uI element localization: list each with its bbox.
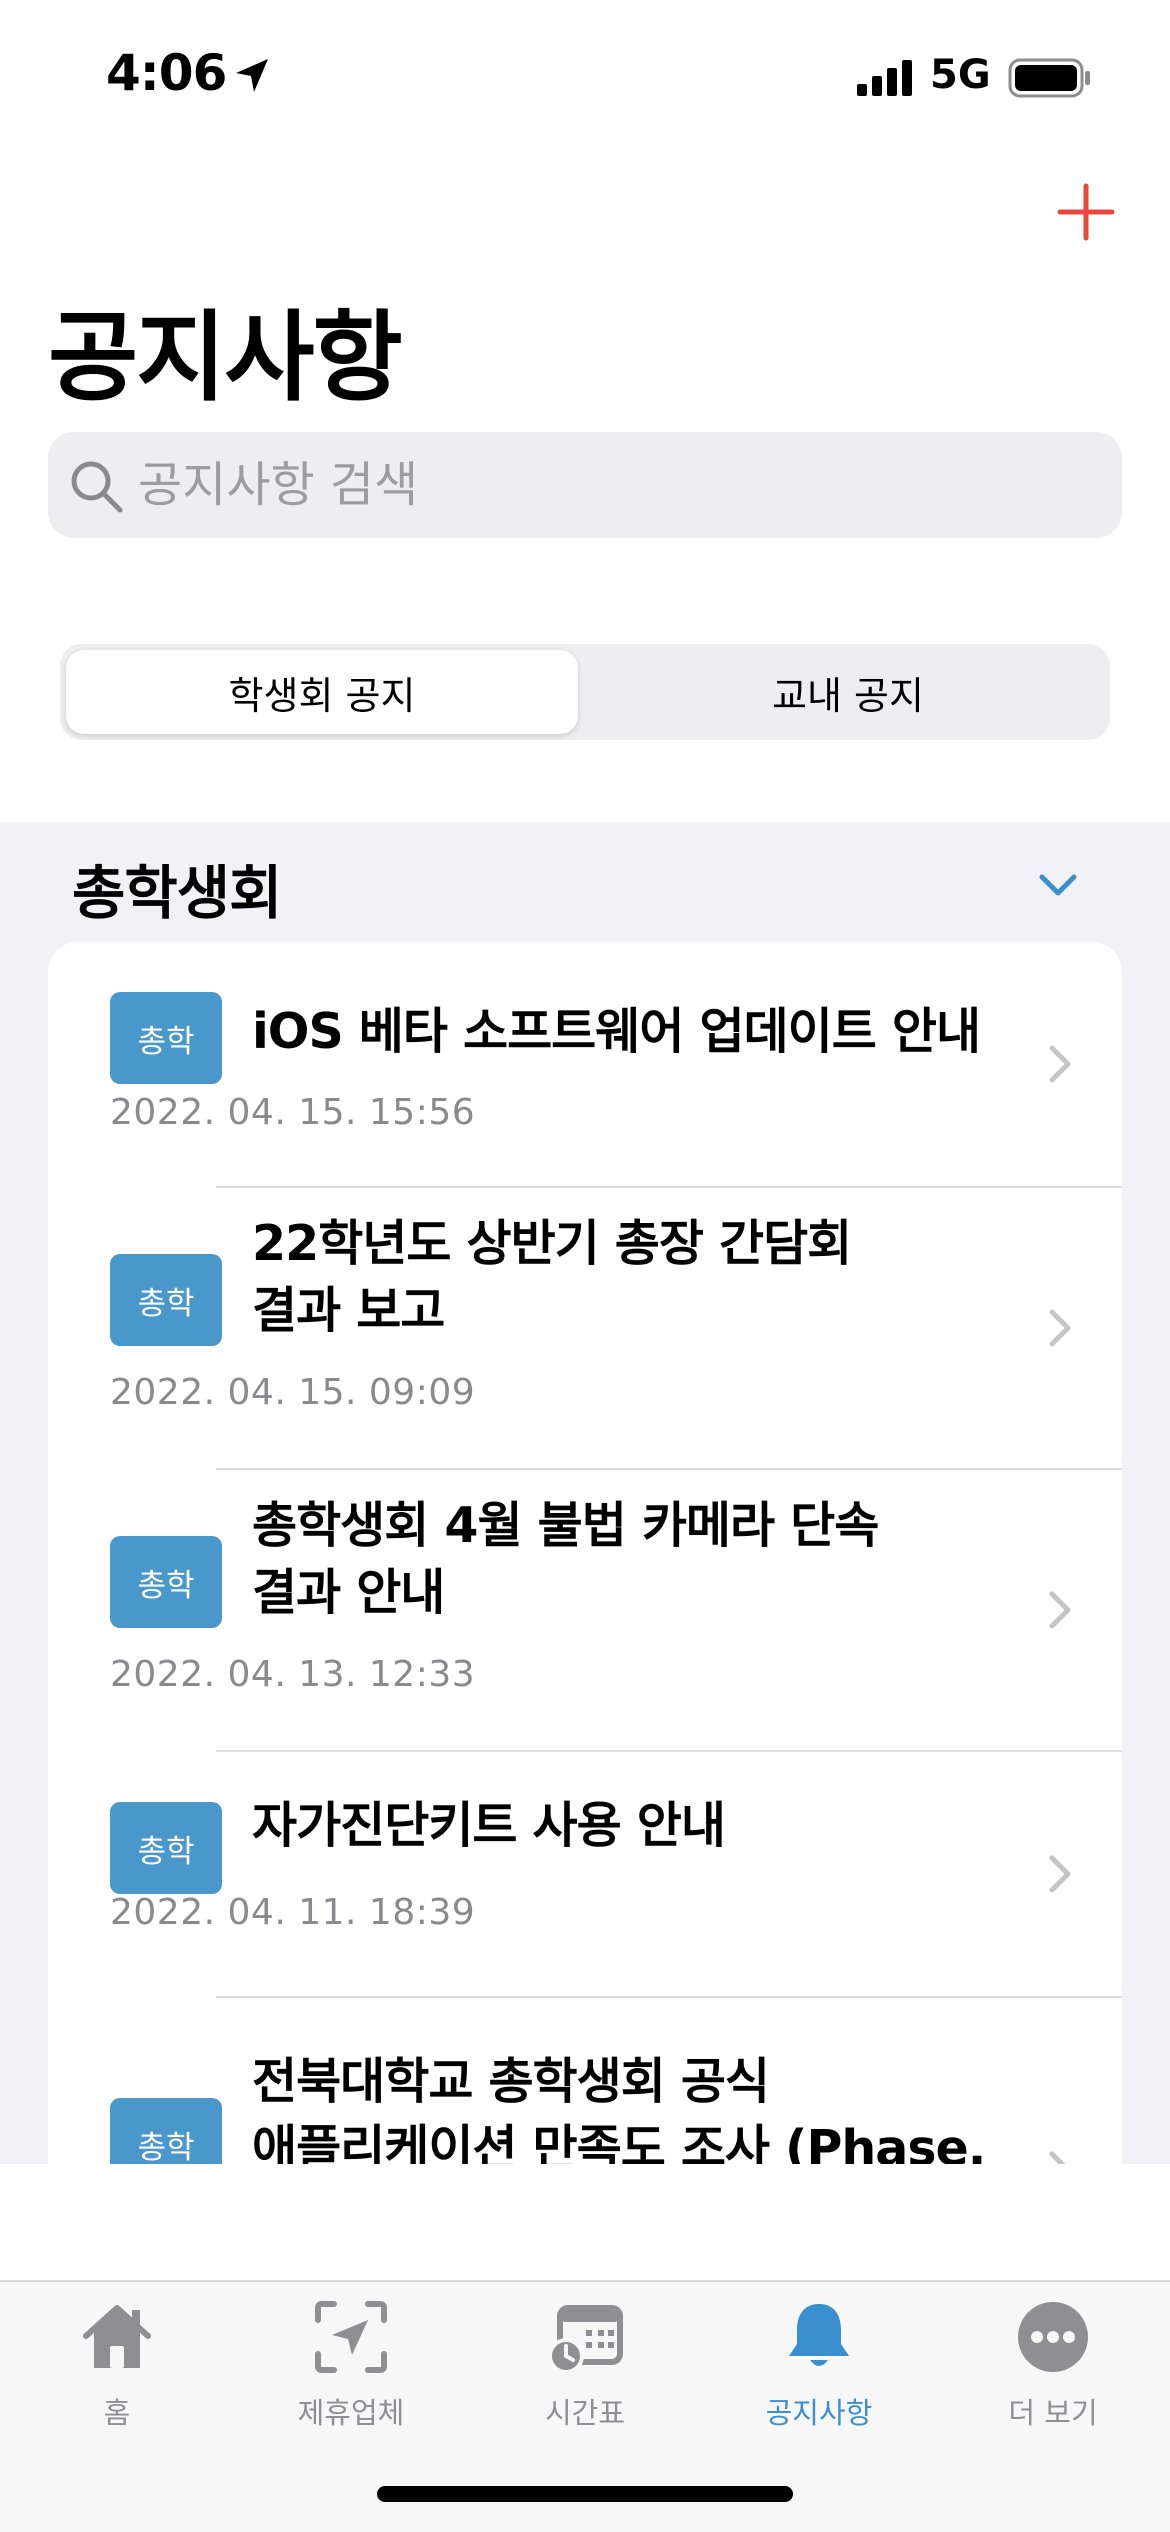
location-arrow-icon [236,59,268,92]
tab-timetable[interactable]: 시간표 [468,2282,702,2442]
notice-date: 2022. 04. 13. 12:33 [110,1654,476,1695]
section-title: 총학생회 [72,859,282,927]
list-item[interactable]: 총학 자가진단키트 사용 안내 2022. 04. 11. 18:39 [48,1752,1122,1996]
tab-label: 홈 [103,2396,131,2430]
notice-title-line: 자가진단키트 사용 안내 [252,1797,726,1854]
page-title: 공지사항 [48,301,403,415]
status-bar: 4:06 5G [0,0,1170,150]
list-item[interactable]: 총학 22학년도 상반기 총장 간담회 결과 보고 2022. 04. 15. … [48,1188,1122,1468]
notice-title: 22학년도 상반기 총장 간담회 결과 보고 [252,1210,1042,1344]
ellipsis-circle-icon [1018,2302,1088,2372]
add-notice-button[interactable] [1054,180,1118,244]
segment-campus[interactable]: 교내 공지 [592,650,1104,734]
tab-notices[interactable]: 공지사항 [702,2282,936,2442]
category-badge: 총학 [110,1254,222,1346]
list-item[interactable]: 총학 iOS 베타 소프트웨어 업데이트 안내 2022. 04. 15. 15… [48,942,1122,1186]
tab-partners[interactable]: 제휴업체 [234,2282,468,2442]
notice-title-line: 결과 안내 [252,1564,445,1621]
category-badge: 총학 [110,1536,222,1628]
category-badge: 총학 [110,2098,222,2164]
tab-more[interactable]: 더 보기 [936,2282,1170,2442]
chevron-right-icon [1049,1591,1071,1629]
notice-date: 2022. 04. 15. 09:09 [110,1372,476,1413]
house-icon [83,2305,151,2368]
notice-title: 총학생회 4월 불법 카메라 단속 결과 안내 [252,1492,1042,1626]
bell-icon [789,2304,849,2366]
category-badge: 총학 [110,1802,222,1894]
notice-title-line: iOS 베타 소프트웨어 업데이트 안내 [252,1003,981,1060]
tab-label: 공지사항 [765,2396,873,2430]
notice-title-line: 22학년도 상반기 총장 간담회 [252,1215,852,1272]
tab-label: 더 보기 [1008,2396,1098,2430]
network-type: 5G [930,52,991,98]
list-item[interactable]: 총학 총학생회 4월 불법 카메라 단속 결과 안내 2022. 04. 13.… [48,1470,1122,1750]
notice-type-segmented-control: 학생회 공지 교내 공지 [60,644,1110,740]
chevron-down-icon[interactable] [1036,870,1080,900]
chevron-right-icon [1049,1855,1071,1893]
notice-card: 총학 iOS 베타 소프트웨어 업데이트 안내 2022. 04. 15. 15… [48,942,1122,2164]
notice-title: 전북대학교 총학생회 공식 애플리케이션 만족도 조사 (Phase. [252,2048,1042,2164]
chevron-right-icon [1049,1045,1071,1083]
notice-title-line: 애플리케이션 만족도 조사 (Phase. [252,2120,986,2164]
tab-label: 제휴업체 [297,2396,405,2430]
tab-label: 시간표 [544,2396,626,2430]
notice-title: iOS 베타 소프트웨어 업데이트 안내 [252,998,1042,1065]
list-item[interactable]: 총학 전북대학교 총학생회 공식 애플리케이션 만족도 조사 (Phase. [48,1998,1122,2164]
notice-date: 2022. 04. 11. 18:39 [110,1892,476,1933]
category-badge: 총학 [110,992,222,1084]
location-scan-icon [315,2301,387,2373]
home-indicator[interactable] [377,2486,793,2502]
status-time: 4:06 [106,44,227,102]
chevron-right-icon [1049,1309,1071,1347]
notice-title: 자가진단키트 사용 안내 [252,1792,1042,1859]
signal-bars-icon [857,60,912,96]
calendar-clock-icon [548,2305,623,2374]
notice-list: 총학생회 총학 iOS 베타 소프트웨어 업데이트 안내 2022. 04. 1… [0,822,1170,2164]
segment-student-council[interactable]: 학생회 공지 [66,650,578,734]
notice-title-line: 결과 보고 [252,1282,445,1339]
tab-home[interactable]: 홈 [0,2282,234,2442]
search-field[interactable] [48,432,1122,538]
notice-date: 2022. 04. 15. 15:56 [110,1092,476,1133]
battery-icon [1008,58,1090,98]
chevron-right-icon [1049,2151,1066,2164]
search-input[interactable] [138,432,1098,538]
search-icon [71,461,123,513]
notice-title-line: 총학생회 4월 불법 카메라 단속 [252,1497,879,1554]
notice-title-line: 전북대학교 총학생회 공식 [252,2053,770,2110]
